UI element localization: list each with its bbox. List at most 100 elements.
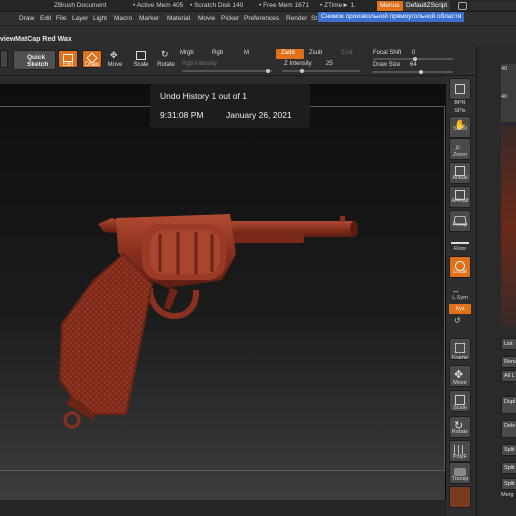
ztime: • ZTime► 1. [320, 2, 356, 9]
canvas-viewport[interactable]: Undo History 1 out of 1 9:31:08 PM Janua… [0, 84, 446, 500]
zsub-button[interactable]: Zsub [309, 50, 322, 56]
menu-item-marker[interactable]: Marker [139, 15, 159, 22]
rgb-intensity-label: Rgb Intensity [182, 61, 218, 67]
floor-icon[interactable] [451, 236, 469, 244]
default-zscript-button[interactable]: DefaultZScript [403, 1, 451, 11]
edit-label: Edit [62, 62, 74, 68]
top-toolbar: Quick Sketch Edit Draw ✥ Move Scale ↻ Ro… [0, 46, 516, 76]
tool-thumb[interactable] [0, 50, 8, 68]
focal-shift-slider[interactable] [373, 57, 453, 61]
rotate-axis-icon[interactable]: ↺ [454, 316, 461, 325]
z-intensity-slider[interactable] [282, 69, 360, 73]
zadd-label: Zadd [281, 50, 295, 56]
subtool-list-preview[interactable] [501, 126, 516, 326]
bottom-bar [0, 500, 446, 516]
transp-icon [454, 468, 466, 476]
draw-size-slider[interactable] [373, 70, 453, 74]
mrgb-button[interactable]: Mrgb [180, 50, 194, 56]
all-low-button[interactable]: All L [501, 370, 516, 382]
merge-label[interactable]: Merg [501, 492, 514, 498]
floor-label: Floor [453, 246, 467, 252]
lsym-icon[interactable]: ↔ [452, 286, 460, 295]
window-controls[interactable] [470, 2, 516, 10]
menu-item-stroke[interactable]: St [311, 15, 317, 22]
draw-size-label: Draw Size [373, 62, 401, 68]
focal-shift-value: 0 [412, 50, 416, 56]
frame-label: Frame [452, 355, 468, 361]
undo-history-title: Undo History 1 out of 1 [160, 91, 247, 101]
menu-item-edit[interactable]: Edit [40, 15, 51, 22]
aahalf-label: AAHalf [451, 198, 469, 204]
scratch-disk: • Scratch Disk 140 [190, 2, 244, 9]
right-shelf: BPR SPix ✋ Scroll ⌕ Zoom Actual AAHalf P… [446, 76, 476, 516]
tool-thumb-2-value: 40 [501, 94, 508, 100]
menu-item-macro[interactable]: Macro [114, 15, 132, 22]
menu-item-preferences[interactable]: Preferences [244, 15, 279, 22]
menu-item-material[interactable]: Material [167, 15, 190, 22]
delete-button[interactable]: Dele [501, 420, 516, 438]
rotate-icon[interactable]: ↻ [161, 49, 169, 60]
shelf-scale-icon [455, 395, 465, 405]
menu-item-movie[interactable]: Movie [198, 15, 215, 22]
duplicate-button[interactable]: Dupl [501, 396, 516, 414]
lanyard-ring [63, 411, 81, 429]
transp-label: Transp [451, 476, 469, 482]
xyz-button[interactable]: Xyz [449, 304, 471, 314]
menu-item-file[interactable]: File [56, 15, 66, 22]
draw-label: Draw [84, 62, 99, 68]
menus-button[interactable]: Menus [377, 1, 403, 11]
edit-icon [63, 54, 73, 62]
aahalf-button[interactable] [449, 186, 471, 208]
ghost-button[interactable] [449, 486, 471, 508]
rename-button[interactable]: Rena [501, 356, 516, 368]
split-button-1[interactable]: Split [501, 462, 516, 474]
move-label: Move [107, 62, 123, 68]
tool-thumb-1-value: 40 [501, 66, 508, 72]
trigger [164, 288, 178, 310]
revolver-grip [58, 252, 154, 415]
bpr-label: BPR [454, 100, 466, 106]
polyf-label: PolyF [452, 454, 468, 460]
list-button[interactable]: List [501, 338, 516, 350]
undo-date: January 26, 2021 [226, 110, 292, 120]
draw-size-handle[interactable] [419, 70, 423, 74]
lsym-label: L.Sym [452, 295, 468, 301]
shelf-scale-label: Scale [453, 405, 467, 411]
z-intensity-label: Z Intensity [284, 61, 312, 67]
split-button-2[interactable]: Split [501, 478, 516, 490]
app-title: ZBrush Document [54, 2, 107, 9]
quick-sketch-button[interactable]: Quick Sketch [13, 50, 56, 70]
menu-bar: Draw Edit File Layer Light Macro Marker … [0, 12, 516, 26]
bpr-button[interactable] [449, 78, 471, 100]
help-icon[interactable] [458, 2, 467, 10]
undo-history-overlay: Undo History 1 out of 1 9:31:08 PM Janua… [150, 84, 310, 128]
scale-icon[interactable] [136, 51, 146, 60]
revolver-model[interactable] [0, 84, 446, 500]
status-tooltip: Снимок произвольной прямоугольной област… [318, 12, 465, 22]
undo-time: 9:31:08 PM [160, 110, 204, 120]
shelf-move-label: Move [453, 380, 467, 386]
revolver-barrel [228, 216, 358, 243]
m-button[interactable]: M [244, 50, 249, 56]
zcut-button[interactable]: Zcut [341, 50, 353, 56]
spix-label[interactable]: SPix [446, 108, 474, 114]
scroll-label: Scroll [453, 126, 467, 132]
menu-item-picker[interactable]: Picker [221, 15, 239, 22]
quick-sketch-label: Quick Sketch [27, 54, 48, 68]
rgb-intensity-slider[interactable] [182, 69, 272, 73]
menu-item-layer[interactable]: Layer [72, 15, 88, 22]
menu-item-light[interactable]: Light [93, 15, 107, 22]
menu-item-render[interactable]: Render [286, 15, 307, 22]
quick-sketch-line1: Quick [27, 54, 46, 61]
rgb-button[interactable]: Rgb [212, 50, 223, 56]
rgb-intensity-handle[interactable] [266, 69, 270, 73]
persp-button[interactable] [449, 210, 471, 232]
focal-shift-handle[interactable] [413, 57, 417, 61]
split-header[interactable]: Split [501, 444, 516, 456]
shelf-rotate-label: Rotate [451, 429, 469, 435]
focal-shift-label: Focal Shift [373, 50, 402, 56]
draw-size-value: 64 [410, 62, 417, 68]
menu-item-draw[interactable]: Draw [19, 15, 34, 22]
z-intensity-handle[interactable] [300, 69, 304, 73]
move-icon[interactable]: ✥ [110, 50, 122, 60]
